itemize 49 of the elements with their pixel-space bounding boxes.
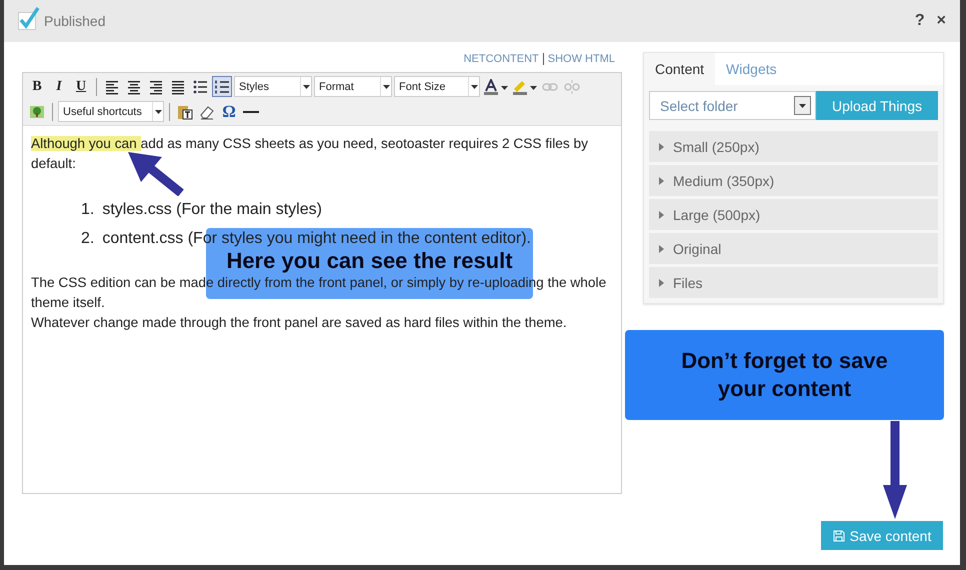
pointer-arrow bbox=[128, 152, 184, 196]
caret-icon bbox=[382, 84, 390, 88]
toolbar-dropdown[interactable]: Format bbox=[314, 76, 392, 97]
caret-icon bbox=[470, 84, 478, 88]
caret-icon bbox=[154, 110, 162, 114]
format-button[interactable]: U bbox=[71, 76, 91, 97]
list-item-text: styles.css (For the main styles) bbox=[102, 200, 322, 220]
media-section[interactable]: Files bbox=[649, 267, 938, 298]
numbered-list-icon bbox=[214, 78, 230, 94]
image-icon bbox=[29, 104, 45, 120]
toolbar-dropdown[interactable]: Styles bbox=[234, 76, 312, 97]
editor-mode-link[interactable]: SHOW HTML bbox=[542, 53, 619, 65]
bullet-list-icon bbox=[192, 78, 208, 94]
callout-text: Here you can see the result bbox=[226, 250, 513, 272]
panel-tab[interactable]: Content bbox=[644, 53, 716, 85]
media-section[interactable]: Medium (350px) bbox=[649, 165, 938, 196]
paste-text-icon bbox=[177, 104, 193, 120]
highlight-icon bbox=[512, 78, 528, 94]
help-button[interactable]: ? bbox=[914, 12, 925, 30]
close-button[interactable]: × bbox=[936, 12, 946, 30]
eraser-icon bbox=[199, 104, 215, 120]
caret-icon bbox=[501, 86, 508, 90]
editor-mode-link[interactable]: NETCONTENT bbox=[460, 53, 543, 65]
format-button[interactable]: I bbox=[49, 76, 69, 97]
caret-icon bbox=[799, 104, 806, 108]
caret-icon bbox=[530, 86, 537, 90]
content-paragraph: Although you can add as many CSS sheets as you need, seotoaster requires 2 CSS files by default: bbox=[31, 135, 589, 173]
toolbar-dropdown[interactable]: Useful shortcuts bbox=[58, 101, 164, 122]
media-section[interactable]: Small (250px) bbox=[649, 131, 938, 162]
folder-select[interactable]: Select folder bbox=[649, 91, 816, 120]
horizontal-rule-icon bbox=[243, 110, 259, 112]
justify-icon bbox=[170, 78, 186, 94]
content-paragraph: Whatever change made through the front panel are saved as hard files within the theme. bbox=[31, 314, 568, 332]
text-color-icon bbox=[483, 78, 499, 94]
unlink-icon bbox=[564, 78, 580, 94]
media-section[interactable]: Large (500px) bbox=[649, 199, 938, 230]
callout: Don’t forget to save your content bbox=[625, 330, 944, 420]
list-number: 2. bbox=[81, 229, 94, 249]
published-checkbox[interactable] bbox=[18, 6, 40, 30]
published-label: Published bbox=[44, 13, 106, 29]
toolbar-dropdown[interactable]: Font Size bbox=[394, 76, 480, 97]
align-right-icon bbox=[148, 78, 164, 94]
list-number: 1. bbox=[81, 200, 94, 220]
align-center-icon bbox=[126, 78, 142, 94]
caret-icon bbox=[302, 84, 310, 88]
format-button[interactable]: Ω bbox=[219, 101, 239, 122]
media-section[interactable]: Original bbox=[649, 233, 938, 264]
align-left-icon bbox=[104, 78, 120, 94]
format-button[interactable]: B bbox=[27, 76, 47, 97]
